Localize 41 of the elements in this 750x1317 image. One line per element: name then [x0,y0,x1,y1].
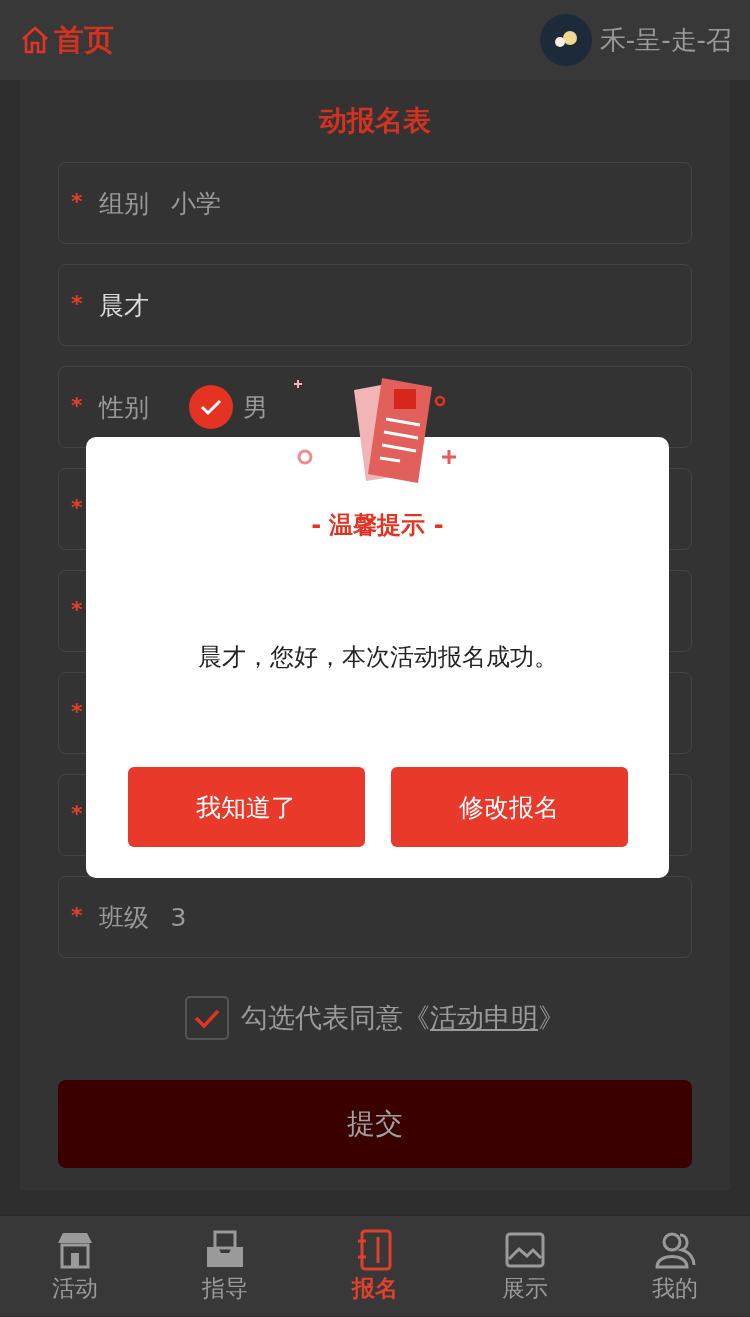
agreement-text: 勾选代表同意《活动申明》 [241,1001,565,1035]
user-name: 禾-呈-走-召 [599,23,732,57]
form-field[interactable]: * 晨才 [58,264,692,346]
tab-label: 我的 [652,1273,698,1303]
statement-link[interactable]: 活动申明 [430,1002,538,1033]
dialog-title: - 温馨提示 - [310,510,445,541]
tab-label: 活动 [52,1273,98,1303]
tab[interactable]: 我的 [600,1216,750,1316]
dialog-button[interactable]: 我知道了 [127,767,365,847]
required-mark: * [71,699,83,724]
field-value: 3 [170,902,187,932]
field-value: 小学 [170,187,221,220]
submit-button[interactable]: 提交 [58,1080,692,1168]
radio-button[interactable] [188,385,233,429]
form-title: 动报名表 [317,103,432,139]
avatar[interactable] [539,14,592,66]
tab[interactable]: 展示 [450,1216,600,1316]
form-field[interactable]: * 组别 小学 [58,162,692,244]
tab-label: 指导 [202,1273,248,1303]
tab-label: 报名 [352,1273,398,1303]
radio-label: 男 [242,391,268,424]
field-label: 组别 [98,187,149,220]
dialog-message: 晨才，您好，本次活动报名成功。 [196,642,559,673]
dialog-button[interactable]: 修改报名 [390,767,628,847]
tab-label: 展示 [502,1273,548,1303]
required-mark: * [71,597,83,622]
required-mark: * [71,393,83,418]
tab[interactable]: 活动 [0,1216,150,1316]
required-mark: * [71,189,83,214]
home-icon[interactable] [20,25,50,55]
tab[interactable]: 指导 [150,1216,300,1316]
home-link[interactable]: 首页 [54,19,114,61]
required-mark: * [71,495,83,520]
required-mark: * [71,801,83,826]
checkbox[interactable] [185,996,229,1040]
field-label: 性别 [98,391,149,424]
required-mark: * [71,291,83,316]
required-mark: * [71,903,83,928]
tab[interactable]: 报名 [300,1216,450,1316]
field-label: 班级 [98,901,149,934]
field-value: 晨才 [98,289,149,322]
